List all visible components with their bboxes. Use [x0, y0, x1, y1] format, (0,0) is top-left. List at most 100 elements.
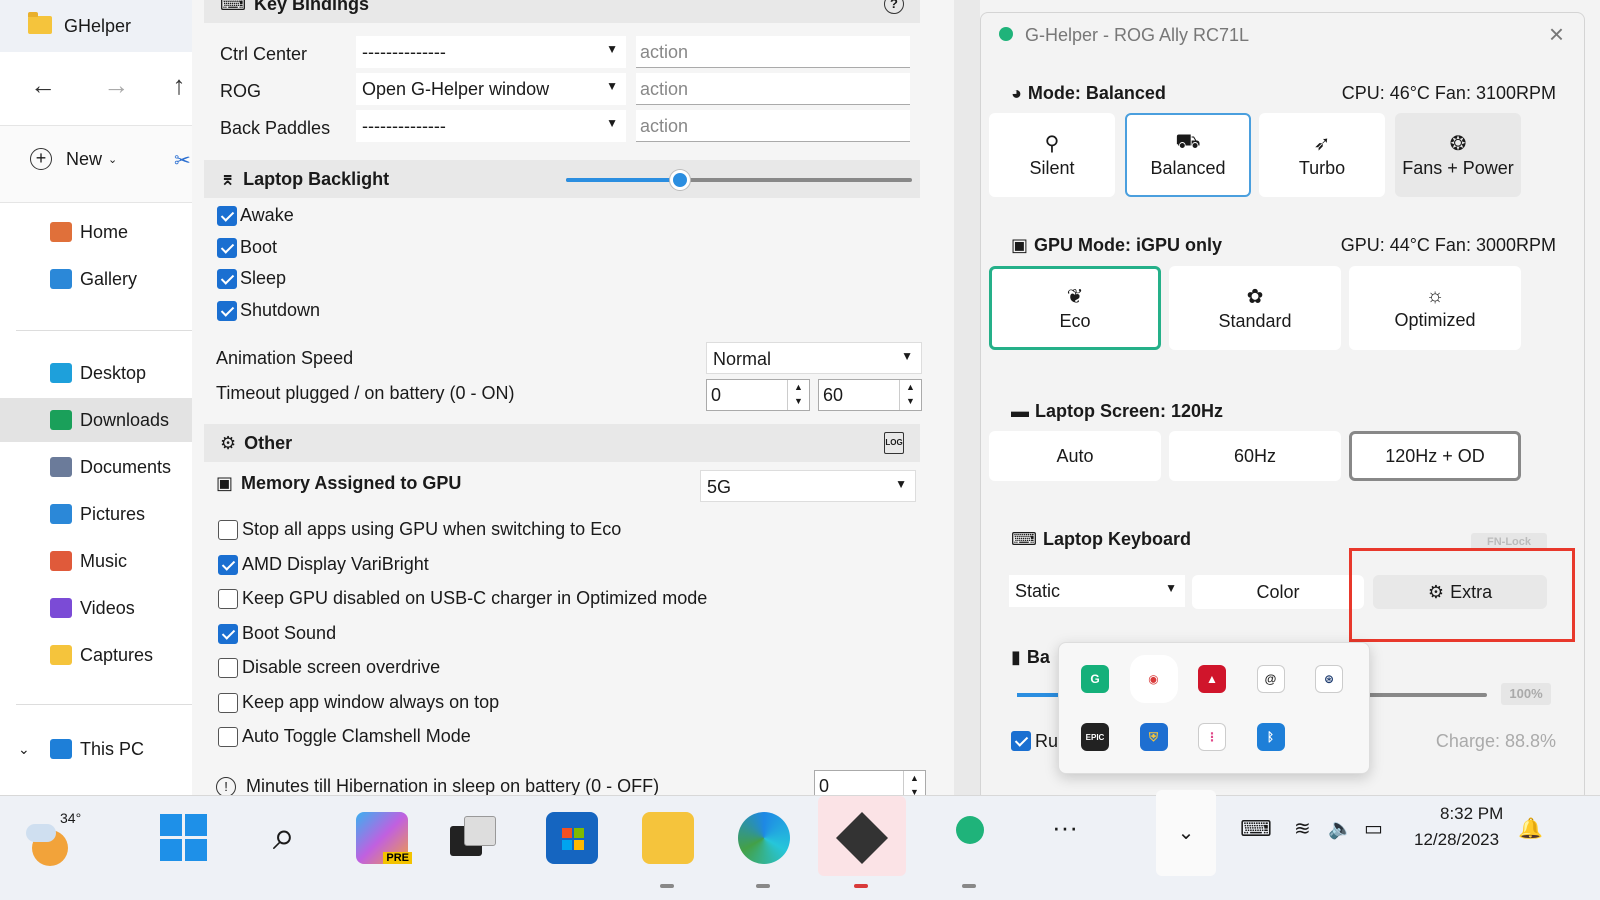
keyboard-header: ⌨ Laptop Keyboard — [1011, 529, 1191, 550]
close-icon[interactable]: × — [1549, 19, 1564, 50]
sidebar-item-documents[interactable]: Documents — [0, 445, 200, 489]
mode-button-fans-power[interactable]: ❂ Fans + Power — [1395, 113, 1521, 197]
sidebar-item-desktop[interactable]: Desktop — [0, 351, 200, 395]
keybinding-select[interactable]: -------------- ▼ — [356, 110, 626, 142]
file-explorer-icon[interactable] — [642, 812, 694, 864]
sidebar-item-music[interactable]: Music — [0, 539, 200, 583]
up-arrow-icon[interactable]: ↑ — [172, 70, 185, 100]
clock-time[interactable]: 8:32 PM — [1440, 804, 1503, 824]
leaf-icon: ❦ — [1066, 286, 1084, 308]
steam-icon[interactable]: ⊛ — [1315, 665, 1343, 693]
sidebar-item-gallery[interactable]: Gallery — [0, 257, 200, 301]
gpu-button-standard[interactable]: ✿ Standard — [1169, 266, 1341, 350]
screen-button-60hz[interactable]: 60Hz — [1169, 431, 1341, 481]
mode-button-turbo[interactable]: ➶ Turbo — [1259, 113, 1385, 197]
sidebar-item-label: Music — [80, 550, 128, 571]
weather-cloud-icon — [26, 824, 56, 842]
dropdown-arrow-icon: ▼ — [901, 349, 913, 363]
cut-icon[interactable]: ✂ — [174, 148, 191, 173]
sidebar-item-downloads[interactable]: Downloads — [0, 398, 200, 442]
color-button[interactable]: Color — [1192, 575, 1364, 609]
backlight-checkbox[interactable] — [217, 237, 237, 258]
task-view-icon[interactable] — [450, 812, 502, 864]
chevron-down-icon: ⌄ — [108, 153, 118, 166]
animation-speed-select[interactable]: Normal ▼ — [706, 342, 922, 374]
screen-button-120hz-od[interactable]: 120Hz + OD — [1349, 431, 1521, 481]
voice-icon[interactable]: ⋮ — [1198, 723, 1226, 751]
sidebar-item-pictures[interactable]: Pictures — [0, 492, 200, 536]
sidebar-item-captures[interactable]: Captures — [0, 633, 200, 677]
volume-icon[interactable]: 🔈 — [1328, 816, 1353, 841]
cpu-status: CPU: 46°C Fan: 3100RPM — [1341, 83, 1556, 103]
edge-icon[interactable] — [738, 812, 790, 864]
gpu-button-eco[interactable]: ❦ Eco — [989, 266, 1161, 350]
gpu-button-optimized[interactable]: ☼ Optimized — [1349, 266, 1521, 350]
armoury-crate-icon[interactable]: @ — [1256, 665, 1285, 693]
grammarly-icon[interactable]: G — [1081, 665, 1109, 693]
tray-overflow-chevron-icon[interactable]: ⌄ — [1156, 790, 1216, 876]
log-icon[interactable]: LOG — [884, 432, 904, 454]
defender-warning-icon[interactable]: ⛨ — [1139, 723, 1168, 751]
explorer-tab[interactable]: GHelper — [0, 0, 200, 52]
start-icon[interactable] — [158, 812, 210, 864]
store-icon[interactable] — [546, 812, 598, 864]
animation-speed-label: Animation Speed — [216, 348, 354, 368]
bluetooth-icon[interactable]: ᛒ — [1256, 723, 1285, 751]
sidebar-item-this-pc[interactable]: This PC ⌄ — [0, 727, 200, 771]
copilot-icon[interactable]: PRE — [356, 812, 412, 864]
epic-games-icon[interactable]: EPIC — [1081, 723, 1109, 751]
help-icon[interactable]: ? — [884, 0, 904, 14]
spin-arrows-icon[interactable]: ▲ ▼ — [899, 380, 921, 410]
other-checkbox[interactable] — [218, 554, 238, 575]
action-input[interactable]: action — [636, 73, 910, 105]
gpu-button-label: Optimized — [1394, 310, 1476, 330]
chrome-canary-icon[interactable]: ◉ — [1139, 665, 1168, 693]
keybinding-value: -------------- — [362, 42, 446, 62]
weather-widget[interactable]: 34° — [22, 810, 82, 870]
gear-icon: ⚙ — [220, 432, 237, 453]
battery-charging-icon[interactable]: ▭ — [1364, 816, 1383, 841]
backlight-checkbox-label: Boot — [240, 236, 278, 257]
running-indicator — [962, 884, 976, 888]
other-checkbox[interactable] — [218, 692, 238, 713]
sidebar-item-home[interactable]: Home — [0, 210, 200, 254]
clock-date[interactable]: 12/28/2023 — [1414, 830, 1499, 850]
touch-keyboard-icon[interactable]: ⌨ — [1240, 816, 1272, 842]
more-icon[interactable]: ··· — [1052, 812, 1078, 843]
backlight-checkbox[interactable] — [217, 206, 237, 226]
chevron-down-icon[interactable]: ⌄ — [18, 741, 30, 758]
timeout-battery-input[interactable]: 60 ▲ ▼ — [818, 379, 922, 411]
backlight-slider[interactable] — [566, 170, 912, 190]
screen-button-auto[interactable]: Auto — [989, 431, 1161, 481]
amd-icon[interactable]: ▲ — [1198, 665, 1226, 693]
memory-gpu-select[interactable]: 5G ▼ — [700, 470, 916, 502]
sidebar-item-videos[interactable]: Videos — [0, 586, 200, 630]
ghelper-tray-icon[interactable] — [956, 816, 984, 844]
other-checkbox[interactable] — [218, 623, 238, 644]
backlight-checkbox[interactable] — [217, 269, 237, 289]
back-arrow-icon[interactable]: ← — [30, 70, 56, 100]
battery-checkbox[interactable] — [1011, 731, 1031, 751]
other-checkbox[interactable] — [218, 589, 238, 609]
mode-button-balanced[interactable]: ⛟ Balanced — [1125, 113, 1251, 197]
search-icon[interactable]: ⌕ — [258, 812, 310, 864]
action-input[interactable]: action — [636, 110, 910, 142]
memory-gpu-value: 5G — [707, 477, 732, 497]
other-checkbox[interactable] — [218, 727, 238, 747]
battery-title: Ba — [1026, 647, 1050, 667]
keybinding-select[interactable]: -------------- ▼ — [356, 36, 626, 68]
backlight-checkbox[interactable] — [217, 300, 237, 321]
keyboard-mode-select[interactable]: Static ▼ — [1009, 575, 1185, 607]
backlight-checkbox-label: Awake — [240, 205, 294, 225]
new-button[interactable]: + New ⌄ — [30, 148, 117, 170]
spin-arrows-icon[interactable]: ▲ ▼ — [787, 380, 809, 410]
keybinding-select[interactable]: Open G-Helper window ▼ — [356, 73, 626, 105]
forward-arrow-icon[interactable]: → — [103, 70, 129, 100]
wifi-icon[interactable]: ≋ — [1294, 816, 1311, 841]
action-input[interactable]: action — [636, 36, 910, 68]
timeout-plugged-input[interactable]: 0 ▲ ▼ — [706, 379, 810, 411]
other-checkbox[interactable] — [218, 520, 238, 540]
other-checkbox[interactable] — [218, 658, 238, 678]
notification-bell-icon[interactable]: 🔔 — [1518, 816, 1543, 841]
mode-button-silent[interactable]: ⚲ Silent — [989, 113, 1115, 197]
